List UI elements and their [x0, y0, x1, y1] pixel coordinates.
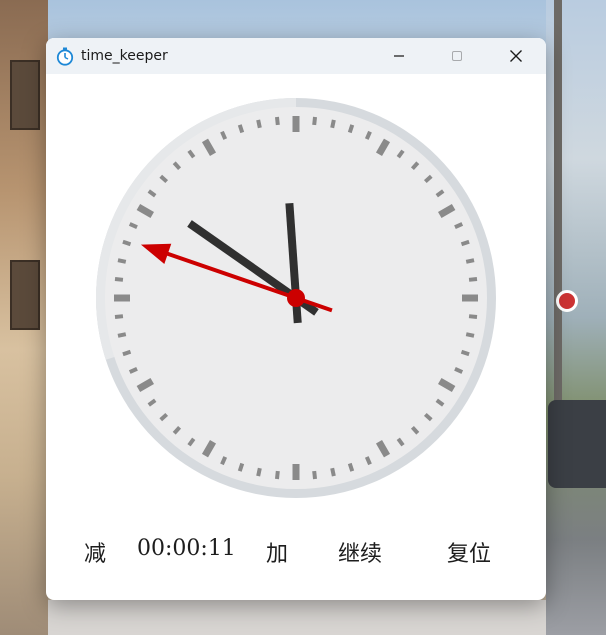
minor-tick [465, 258, 475, 264]
background-road [48, 600, 546, 635]
maximize-button[interactable] [434, 38, 480, 74]
minor-tick [312, 470, 318, 480]
background-street-right [546, 0, 606, 635]
minor-tick [237, 124, 245, 134]
minor-tick [330, 467, 336, 477]
minor-tick [468, 314, 478, 320]
app-window: time_keeper 减 00:00:11 加 继续 复位 [46, 38, 546, 600]
title-bar[interactable]: time_keeper [46, 38, 546, 74]
decrease-button[interactable]: 减 [84, 536, 106, 568]
minor-tick [274, 470, 280, 480]
reset-button[interactable]: 复位 [447, 536, 491, 568]
minor-tick [122, 349, 132, 357]
background-window [10, 60, 40, 130]
minor-tick [256, 119, 262, 129]
minor-tick [122, 239, 132, 247]
minor-tick [117, 332, 127, 338]
minor-tick [117, 258, 127, 264]
minor-tick [237, 462, 245, 472]
background-window [10, 260, 40, 330]
minor-tick [330, 119, 336, 129]
clock-center [287, 289, 305, 307]
increase-button[interactable]: 加 [266, 536, 288, 568]
background-building-left [0, 0, 48, 635]
minor-tick [460, 239, 470, 247]
close-button[interactable] [493, 38, 539, 74]
background-car [548, 400, 606, 488]
minor-tick [274, 116, 280, 126]
analog-clock [96, 98, 496, 498]
minor-tick [312, 116, 318, 126]
stopwatch-icon [56, 47, 74, 66]
minimize-icon [394, 55, 404, 57]
minor-tick [468, 276, 478, 282]
minor-tick [347, 124, 355, 134]
minor-tick [256, 467, 262, 477]
minor-tick [347, 462, 355, 472]
close-icon [510, 50, 522, 62]
timer-controls: 减 00:00:11 加 继续 复位 [46, 528, 546, 570]
background-pole [554, 0, 562, 420]
minor-tick [114, 314, 124, 320]
minor-tick [460, 349, 470, 357]
timer-display: 00:00:11 [137, 536, 236, 561]
minimize-button[interactable] [376, 38, 422, 74]
minor-tick [114, 276, 124, 282]
window-title: time_keeper [81, 48, 168, 64]
minor-tick [465, 332, 475, 338]
maximize-icon [452, 51, 462, 61]
background-sign [556, 290, 578, 312]
continue-button[interactable]: 继续 [338, 536, 382, 568]
